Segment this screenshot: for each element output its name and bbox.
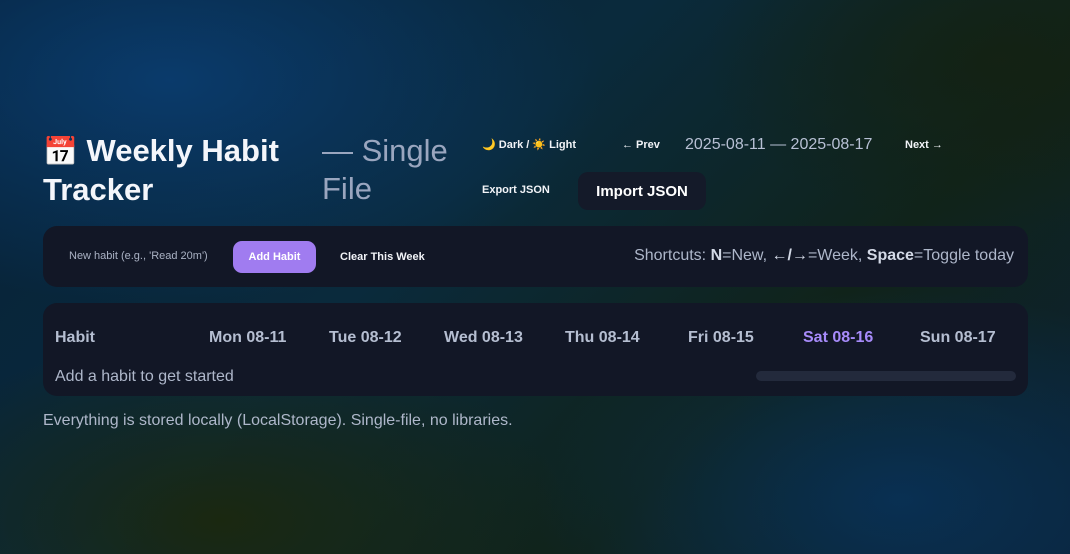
shortcuts-prefix: Shortcuts: [634,247,711,264]
calendar-icon: 📅 [43,136,78,167]
export-json-button[interactable]: Export JSON [482,184,550,196]
column-header-fri: Fri 08-15 [688,329,754,346]
empty-state-message: Add a habit to get started [55,368,234,385]
clear-week-button[interactable]: Clear This Week [340,251,425,263]
shortcut-label-toggle: =Toggle today [913,247,1014,264]
page-title: 📅 Weekly Habit Tracker [43,132,303,209]
shortcut-key-toggle: Space [866,247,914,264]
prev-week-button[interactable]: ← Prev [622,139,660,151]
app-header: 📅 Weekly Habit Tracker — Single File 🌙 D… [43,130,1028,225]
app-container: 📅 Weekly Habit Tracker — Single File 🌙 D… [43,130,1028,429]
shortcut-key-week: ←/→ [771,247,808,264]
shortcuts-hint: Shortcuts: N=New, ←/→=Week, Space=Toggle… [634,247,1014,265]
import-json-button[interactable]: Import JSON [578,172,706,210]
new-habit-input[interactable] [57,241,229,271]
shortcut-key-new: N [710,247,723,264]
column-header-wed: Wed 08-13 [444,329,523,346]
column-header-sun: Sun 08-17 [920,329,996,346]
week-range-label: 2025-08-11 — 2025-08-17 [685,136,873,153]
next-week-button[interactable]: Next → [905,139,943,151]
add-habit-button[interactable]: Add Habit [233,241,316,273]
column-header-thu: Thu 08-14 [565,329,640,346]
column-header-tue: Tue 08-12 [329,329,402,346]
column-header-habit: Habit [55,329,95,346]
column-header-sat-today: Sat 08-16 [803,329,874,346]
habit-table: Habit Mon 08-11 Tue 08-12 Wed 08-13 Thu … [43,303,1028,396]
shortcut-label-week: =Week, [807,247,867,264]
habit-toolbar: Add Habit Clear This Week Shortcuts: N=N… [43,226,1028,287]
footer-note: Everything is stored locally (LocalStora… [43,412,513,429]
page-title-text: Weekly Habit Tracker [43,133,279,207]
shortcut-label-new: =New, [722,247,772,264]
column-header-mon: Mon 08-11 [209,329,287,346]
page-subtitle: — Single File [322,133,448,206]
theme-toggle-button[interactable]: 🌙 Dark / ☀️ Light [482,138,576,151]
horizontal-scrollbar[interactable] [756,371,1016,381]
